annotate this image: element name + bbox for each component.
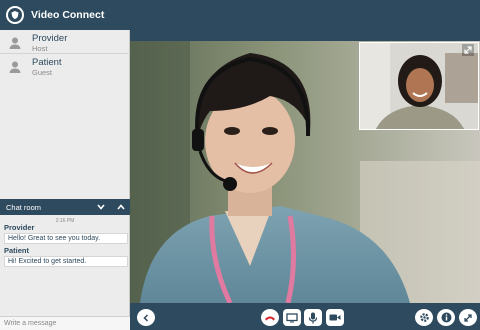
microphone-icon — [308, 312, 318, 323]
screen-share-icon — [286, 312, 298, 322]
settings-icon — [419, 313, 429, 322]
chat-message: Hi! Excited to get started. — [4, 256, 128, 267]
screen-share-button[interactable] — [283, 309, 301, 326]
chevron-left-icon — [143, 313, 149, 322]
chat-message: Hello! Great to see you today. — [4, 233, 128, 244]
fullscreen-icon — [464, 313, 472, 322]
participant-role: Guest — [32, 67, 53, 77]
info-icon — [441, 312, 451, 323]
fullscreen-button[interactable] — [459, 309, 477, 326]
participant-name: Provider — [32, 33, 68, 44]
message-input[interactable]: Write a message — [0, 316, 130, 330]
app-title: Video Connect — [31, 9, 105, 21]
microphone-button[interactable] — [304, 309, 322, 326]
user-icon — [9, 61, 21, 73]
camera-icon — [329, 314, 341, 321]
chevron-up-icon[interactable] — [114, 199, 128, 215]
participant-patient[interactable]: Patient Guest — [0, 54, 130, 80]
camera-button[interactable] — [326, 309, 344, 326]
chat-sender: Patient — [4, 246, 30, 255]
back-button[interactable] — [137, 309, 155, 326]
video-top-bar — [130, 0, 480, 28]
hang-up-icon — [265, 316, 275, 320]
video-connect-app: Video Connect Provider Host Patient Gues… — [0, 0, 480, 330]
app-logo-icon — [6, 6, 24, 24]
self-view-video[interactable] — [359, 42, 479, 130]
user-icon — [9, 37, 21, 49]
chevron-down-icon[interactable] — [94, 199, 108, 215]
info-button[interactable] — [437, 309, 455, 326]
expand-icon[interactable] — [462, 44, 474, 56]
participant-role: Host — [32, 43, 48, 53]
app-header: Video Connect — [0, 0, 130, 30]
chat-title: Chat room — [6, 202, 42, 212]
sidebar: Video Connect Provider Host Patient Gues… — [0, 0, 130, 330]
end-call-button[interactable] — [261, 309, 279, 326]
chat-header: Chat room — [0, 199, 130, 215]
participant-name: Patient — [32, 57, 62, 68]
chat-sender: Provider — [4, 223, 35, 232]
settings-button[interactable] — [415, 309, 433, 326]
